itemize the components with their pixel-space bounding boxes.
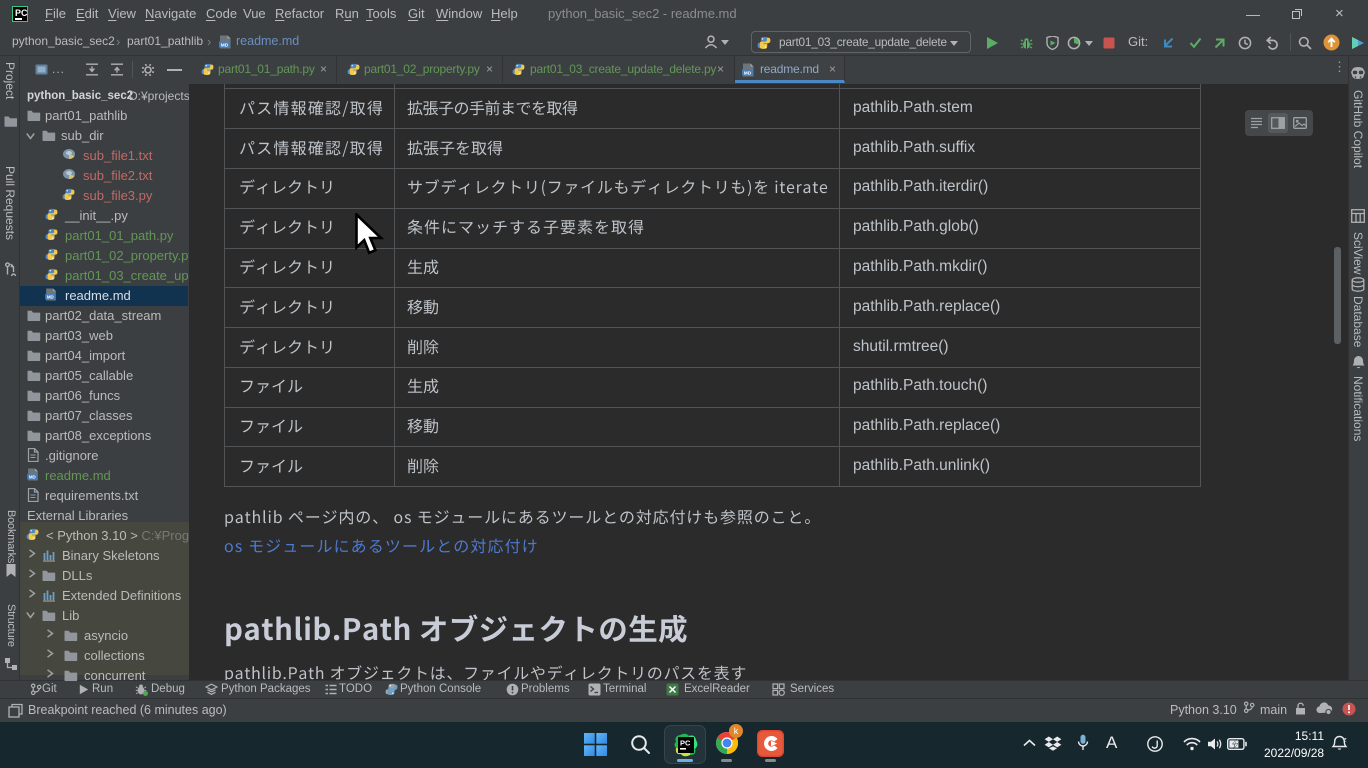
- svg-text:z: z: [1344, 737, 1347, 744]
- svg-text:MD: MD: [221, 42, 229, 48]
- svg-text:MD: MD: [744, 70, 752, 76]
- svg-text:MD: MD: [47, 294, 55, 299]
- svg-text:k: k: [734, 726, 739, 736]
- svg-text:PC: PC: [680, 739, 691, 748]
- svg-text:MD: MD: [29, 474, 37, 479]
